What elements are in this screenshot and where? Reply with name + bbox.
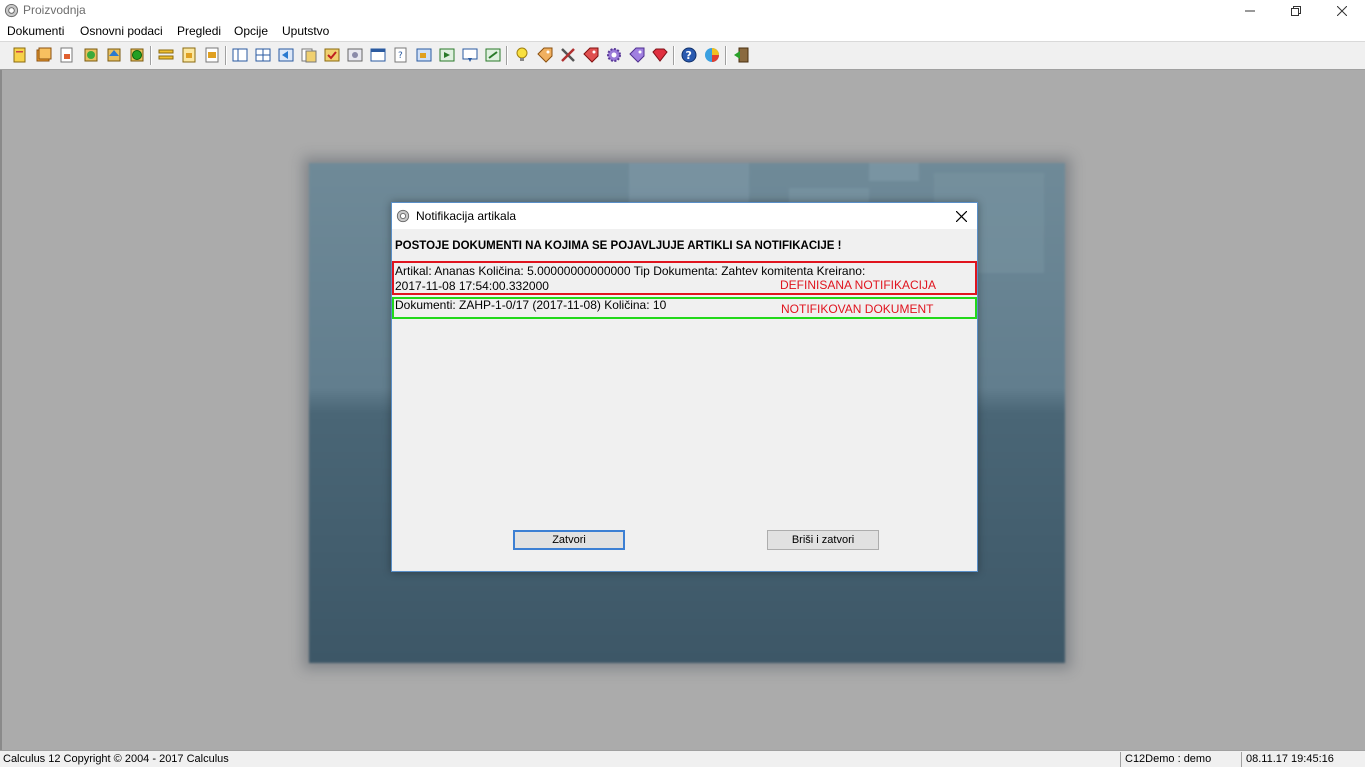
copy-icon[interactable]: [300, 46, 318, 64]
color-wheel-icon[interactable]: [703, 46, 721, 64]
artikal-line-1: Artikal: Ananas Količina: 5.000000000000…: [395, 264, 866, 278]
send-icon[interactable]: [461, 46, 479, 64]
toolbar-separator: [225, 46, 227, 65]
svg-text:?: ?: [398, 51, 403, 61]
toolbar: ? ?: [0, 42, 1365, 70]
import-icon[interactable]: [277, 46, 295, 64]
status-copyright: Calculus 12 Copyright © 2004 - 2017 Calc…: [3, 753, 229, 765]
svg-text:?: ?: [686, 49, 692, 62]
annotation-notified-document: NOTIFIKOVAN DOKUMENT: [781, 302, 934, 316]
delete-and-close-button[interactable]: Briši i zatvori: [767, 530, 879, 550]
gear-icon[interactable]: [605, 46, 623, 64]
menu-pregledi[interactable]: Pregledi: [177, 24, 221, 38]
settings-list-icon[interactable]: [346, 46, 364, 64]
close-icon: [1337, 6, 1347, 16]
lightbulb-icon[interactable]: [513, 46, 531, 64]
window-icon[interactable]: [369, 46, 387, 64]
document-edit-icon[interactable]: [58, 46, 76, 64]
menu-dokumenti[interactable]: Dokumenti: [7, 24, 64, 38]
list-icon[interactable]: [157, 46, 175, 64]
check-icon[interactable]: [323, 46, 341, 64]
report-icon[interactable]: [203, 46, 221, 64]
upload-icon[interactable]: [105, 46, 123, 64]
refresh-green-icon[interactable]: [82, 46, 100, 64]
export-green-icon[interactable]: [128, 46, 146, 64]
new-document-icon[interactable]: [11, 46, 29, 64]
status-separator: [1241, 752, 1242, 767]
window-title: Proizvodnja: [23, 3, 86, 17]
menu-opcije[interactable]: Opcije: [234, 24, 268, 38]
status-user: C12Demo : demo: [1125, 753, 1212, 765]
dialog-heading: POSTOJE DOKUMENTI NA KOJIMA SE POJAVLJUJ…: [395, 240, 842, 252]
help-icon[interactable]: ?: [680, 46, 698, 64]
table-icon[interactable]: [254, 46, 272, 64]
title-bar: Proizvodnja: [0, 0, 1365, 22]
menu-bar: Dokumenti Osnovni podaci Pregledi Opcije…: [0, 22, 1365, 41]
transfer-icon[interactable]: [438, 46, 456, 64]
close-button[interactable]: Zatvori: [513, 530, 625, 550]
documents-stack-icon[interactable]: [35, 46, 53, 64]
toolbar-separator: [725, 46, 727, 65]
image-icon[interactable]: [415, 46, 433, 64]
annotation-defined-notification: DEFINISANA NOTIFIKACIJA: [780, 278, 937, 292]
tag-red-icon[interactable]: [582, 46, 600, 64]
grid-icon[interactable]: [231, 46, 249, 64]
exchange-icon[interactable]: [484, 46, 502, 64]
notification-dialog: Notifikacija artikala POSTOJE DOKUMENTI …: [391, 202, 978, 572]
dialog-title-bar: Notifikacija artikala: [392, 203, 977, 229]
dialog-close-button[interactable]: [945, 203, 977, 229]
form-icon[interactable]: [180, 46, 198, 64]
app-gear-icon: [4, 3, 19, 18]
status-separator: [1120, 752, 1121, 767]
tools-icon[interactable]: [559, 46, 577, 64]
help-document-icon[interactable]: ?: [392, 46, 410, 64]
gem-icon[interactable]: [651, 46, 669, 64]
menu-uputstvo[interactable]: Uputstvo: [282, 24, 329, 38]
exit-icon[interactable]: [732, 46, 750, 64]
restore-button[interactable]: [1273, 0, 1319, 22]
tag-purple-icon[interactable]: [628, 46, 646, 64]
status-bar: Calculus 12 Copyright © 2004 - 2017 Calc…: [0, 750, 1365, 767]
restore-icon: [1291, 6, 1301, 16]
minimize-button[interactable]: [1227, 0, 1273, 22]
close-window-button[interactable]: [1319, 0, 1365, 22]
close-icon: [955, 210, 967, 222]
minimize-icon: [1245, 10, 1255, 12]
menu-osnovni-podaci[interactable]: Osnovni podaci: [80, 24, 163, 38]
toolbar-separator: [506, 46, 508, 65]
dokumenti-info: Dokumenti: ZAHP-1-0/17 (2017-11-08) Koli…: [395, 298, 667, 312]
toolbar-separator: [673, 46, 675, 65]
tag-icon[interactable]: [536, 46, 554, 64]
toolbar-separator: [150, 46, 152, 65]
dialog-title: Notifikacija artikala: [416, 209, 517, 223]
status-datetime: 08.11.17 19:45:16: [1246, 753, 1334, 765]
dialog-gear-icon: [396, 209, 410, 223]
